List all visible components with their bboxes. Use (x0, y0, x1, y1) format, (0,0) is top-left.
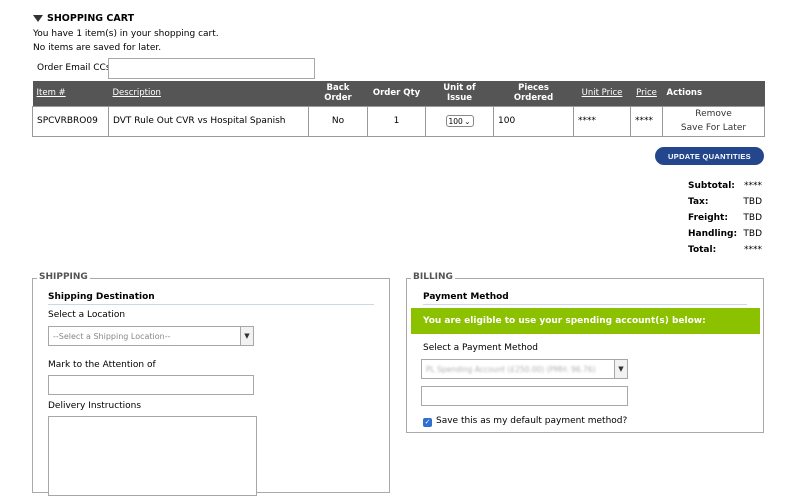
shipping-location-placeholder: --Select a Shipping Location-- (53, 331, 171, 341)
tax-row: Tax: TBD (688, 194, 762, 210)
total-value: **** (744, 245, 762, 255)
total-label: Total: (688, 245, 717, 255)
back-order-cell: No (308, 105, 368, 137)
column-header-order-qty: Order Qty (367, 81, 426, 106)
cart-header[interactable]: SHOPPING CART (33, 13, 134, 24)
section-divider (423, 304, 747, 305)
column-header-back-order: Back Order (308, 81, 368, 106)
unit-of-issue-value: 100 (448, 116, 463, 126)
column-header-description[interactable]: Description (108, 81, 309, 106)
column-header-price[interactable]: Price (630, 81, 663, 106)
email-cc-input[interactable] (108, 58, 315, 79)
cart-items-message: You have 1 item(s) in your shopping cart… (33, 29, 219, 39)
subtotal-label: Subtotal: (688, 181, 735, 191)
handling-row: Handling: TBD (688, 226, 762, 242)
freight-row: Freight: TBD (688, 210, 762, 226)
payment-method-value: PL Spending Account (£250.00) (PMH: 96.7… (426, 364, 596, 374)
attention-input[interactable] (48, 375, 254, 395)
default-payment-checkbox[interactable]: ✓ (423, 418, 432, 427)
total-row: Total: **** (688, 242, 762, 258)
freight-label: Freight: (688, 213, 728, 223)
pieces-ordered-cell: 100 (493, 105, 574, 137)
attention-label: Mark to the Attention of (48, 360, 156, 370)
order-qty-cell[interactable]: 1 (367, 105, 426, 137)
payment-extra-input[interactable] (421, 386, 628, 406)
eligible-message-banner: You are eligible to use your spending ac… (411, 308, 760, 334)
unit-price-cell: **** (573, 105, 631, 137)
chevron-down-icon: ▼ (240, 327, 253, 345)
shipping-destination-heading: Shipping Destination (48, 292, 155, 302)
tax-label: Tax: (688, 197, 709, 207)
tax-value: TBD (743, 197, 762, 207)
actions-cell: Remove Save For Later (662, 105, 765, 137)
cart-table: Item # Description Back Order Order Qty … (32, 81, 765, 137)
shipping-location-select[interactable]: --Select a Shipping Location-- ▼ (48, 326, 254, 346)
payment-method-label: Select a Payment Method (423, 343, 539, 353)
order-totals: Subtotal: **** Tax: TBD Freight: TBD Han… (688, 178, 762, 258)
table-header-row: Item # Description Back Order Order Qty … (32, 81, 765, 106)
payment-method-select[interactable]: PL Spending Account (£250.00) (PMH: 96.7… (421, 359, 628, 379)
description-cell: DVT Rule Out CVR vs Hospital Spanish (108, 105, 309, 137)
subtotal-value: **** (744, 181, 762, 191)
payment-method-heading: Payment Method (423, 292, 509, 302)
column-header-pieces-ordered: Pieces Ordered (493, 81, 574, 106)
collapse-triangle-icon[interactable] (33, 15, 43, 22)
checkmark-icon: ✓ (424, 418, 431, 426)
save-for-later-link[interactable]: Save For Later (667, 121, 760, 135)
price-cell: **** (630, 105, 663, 137)
saved-items-message: No items are saved for later. (33, 43, 162, 53)
column-header-item[interactable]: Item # (32, 81, 109, 106)
billing-panel: BILLING Payment Method You are eligible … (406, 272, 764, 433)
remove-link[interactable]: Remove (667, 107, 760, 121)
delivery-instructions-textarea[interactable] (48, 416, 257, 496)
default-payment-label: Save this as my default payment method? (436, 416, 628, 426)
chevron-down-icon: ⌄ (464, 116, 471, 126)
item-number-cell: SPCVRBRO09 (32, 105, 109, 137)
shipping-panel: SHIPPING Shipping Destination Select a L… (32, 272, 390, 496)
column-header-actions: Actions (662, 81, 765, 106)
shipping-legend: SHIPPING (37, 272, 90, 282)
section-divider (48, 304, 374, 305)
handling-value: TBD (743, 229, 762, 239)
column-header-unit-price[interactable]: Unit Price (573, 81, 631, 106)
freight-value: TBD (743, 213, 762, 223)
chevron-down-icon: ▼ (614, 360, 627, 378)
table-row: SPCVRBRO09 DVT Rule Out CVR vs Hospital … (32, 105, 765, 137)
unit-of-issue-select[interactable]: 100 ⌄ (445, 115, 474, 127)
column-header-unit-of-issue: Unit of Issue (425, 81, 494, 106)
billing-legend: BILLING (411, 272, 455, 282)
delivery-instructions-label: Delivery Instructions (48, 401, 142, 411)
location-label: Select a Location (48, 310, 126, 320)
cart-title: SHOPPING CART (47, 13, 135, 24)
handling-label: Handling: (688, 229, 738, 239)
update-quantities-button[interactable]: UPDATE QUANTITIES (655, 147, 764, 165)
unit-of-issue-cell: 100 ⌄ (425, 105, 494, 137)
subtotal-row: Subtotal: **** (688, 178, 762, 194)
email-cc-label: Order Email CCs: (37, 63, 114, 73)
